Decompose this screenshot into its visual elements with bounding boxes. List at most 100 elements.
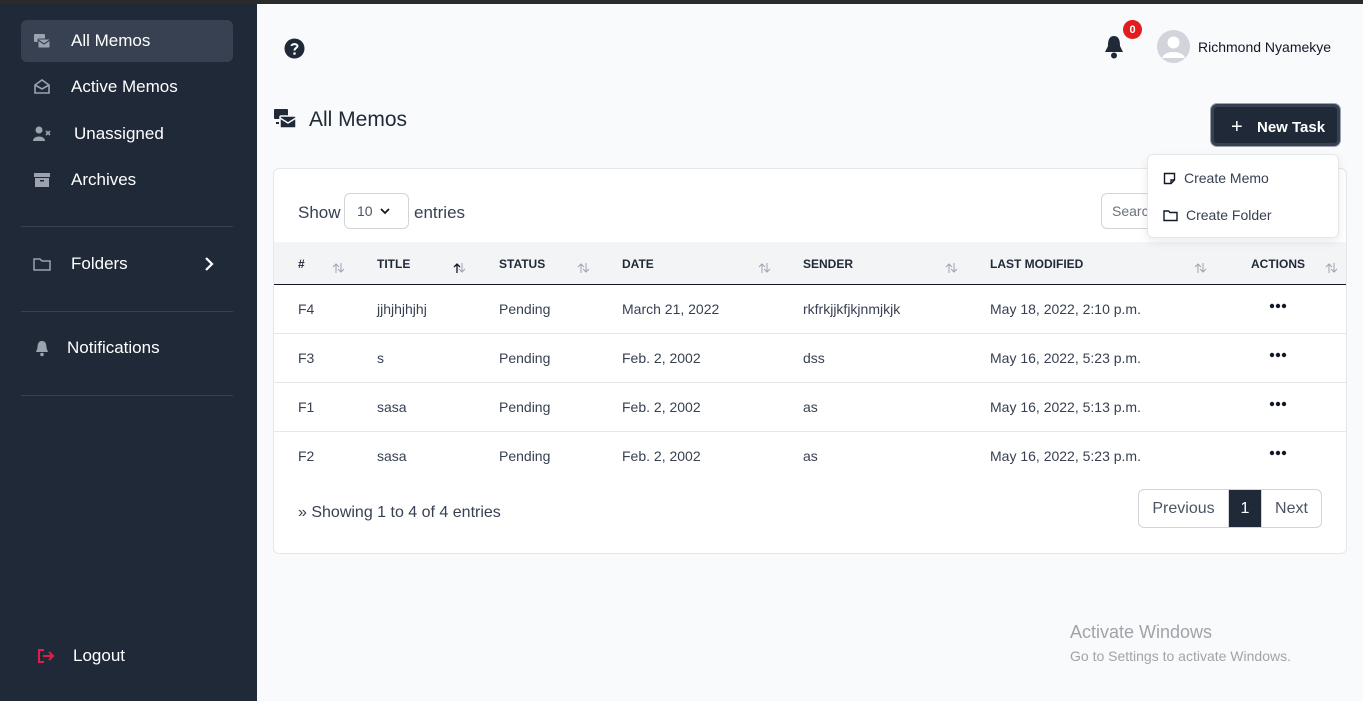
menu-item-label: Create Memo — [1184, 170, 1269, 186]
sort-icon[interactable] — [758, 262, 771, 274]
sort-icon[interactable] — [945, 262, 958, 274]
table-row[interactable]: F2 sasa Pending Feb. 2, 2002 as May 16, … — [274, 432, 1346, 481]
cell-last-modified: May 16, 2022, 5:23 p.m. — [990, 350, 1141, 366]
table-row[interactable]: F3 s Pending Feb. 2, 2002 dss May 16, 20… — [274, 334, 1346, 383]
cell-last-modified: May 18, 2022, 2:10 p.m. — [990, 301, 1141, 317]
windows-activation-watermark-title: Activate Windows — [1070, 622, 1213, 642]
cell-title: jjhjhjhjhj — [377, 301, 427, 317]
column-header-date[interactable]: DATE — [622, 257, 654, 271]
logout-icon — [38, 649, 55, 663]
sidebar-item-label: Active Memos — [71, 77, 178, 96]
table-row[interactable]: F4 jjhjhjhjhj Pending March 21, 2022 rkf… — [274, 285, 1346, 334]
memo-icon — [1163, 172, 1176, 184]
windows-activation-watermark-text: Go to Settings to activate Windows. — [1070, 648, 1291, 664]
cell-title: sasa — [377, 448, 407, 464]
cell-status: Pending — [499, 448, 551, 464]
folder-icon — [1163, 209, 1178, 221]
chevron-right-icon — [205, 257, 214, 271]
pagination: Previous 1 Next — [1138, 489, 1322, 528]
table-header: # TITLE STATUS DATE SENDER LAST MODIFIED… — [274, 242, 1346, 285]
column-header-last-modified[interactable]: LAST MODIFIED — [990, 257, 1083, 271]
user-avatar-icon — [1157, 30, 1190, 63]
new-task-label: New Task — [1257, 119, 1326, 136]
new-task-button[interactable]: + New Task — [1211, 104, 1340, 146]
cell-sender: rkfrkjjkfjkjnmjkjk — [803, 301, 901, 317]
notification-count-badge: 0 — [1123, 20, 1142, 39]
menu-item-create-folder[interactable]: Create Folder — [1163, 205, 1272, 225]
memos-icon — [34, 34, 51, 49]
show-label: Show — [298, 203, 341, 222]
cell-date: Feb. 2, 2002 — [622, 448, 701, 464]
column-header-status[interactable]: STATUS — [499, 257, 545, 271]
sort-icon[interactable] — [577, 262, 590, 274]
sidebar-item-label: Folders — [71, 254, 128, 273]
sort-icon[interactable] — [332, 262, 345, 274]
cell-status: Pending — [499, 350, 551, 366]
more-actions-icon[interactable] — [1269, 303, 1287, 309]
page-1-button[interactable]: 1 — [1229, 490, 1261, 527]
envelope-open-icon — [34, 79, 50, 94]
column-header-title[interactable]: TITLE — [377, 257, 410, 271]
cell-sender: as — [803, 399, 818, 415]
chevron-down-icon — [380, 208, 390, 215]
cell-title: s — [377, 350, 384, 366]
sidebar-item-notifications[interactable]: Notifications — [21, 327, 233, 369]
sidebar-item-label: Logout — [73, 646, 125, 665]
sidebar-item-all-memos[interactable]: All Memos — [21, 20, 233, 62]
next-page-button[interactable]: Next — [1261, 490, 1321, 527]
page-length-select[interactable]: 10 — [344, 193, 409, 229]
table-row[interactable]: F1 sasa Pending Feb. 2, 2002 as May 16, … — [274, 383, 1346, 432]
folder-icon — [33, 258, 51, 271]
sidebar-item-archives[interactable]: Archives — [21, 159, 233, 201]
cell-status: Pending — [499, 399, 551, 415]
sort-icon[interactable] — [1325, 262, 1338, 274]
sidebar-divider — [21, 395, 233, 396]
page-length-value: 10 — [357, 203, 373, 219]
user-x-icon — [33, 126, 51, 141]
sidebar-item-label: All Memos — [71, 31, 151, 50]
cell-id: F1 — [298, 399, 315, 415]
sidebar-item-logout[interactable]: Logout — [21, 635, 233, 677]
cell-id: F3 — [298, 350, 315, 366]
more-actions-icon[interactable] — [1269, 401, 1287, 407]
sidebar-item-unassigned[interactable]: Unassigned — [21, 113, 233, 155]
cell-date: Feb. 2, 2002 — [622, 399, 701, 415]
sort-ascending-icon[interactable] — [453, 262, 466, 274]
username[interactable]: Richmond Nyamekye — [1198, 39, 1331, 55]
page-title: All Memos — [309, 108, 408, 131]
sidebar-item-active-memos[interactable]: Active Memos — [21, 66, 233, 108]
column-header-sender[interactable]: SENDER — [803, 257, 853, 271]
cell-date: Feb. 2, 2002 — [622, 350, 701, 366]
cell-last-modified: May 16, 2022, 5:13 p.m. — [990, 399, 1141, 415]
new-task-dropdown-menu: Create Memo Create Folder — [1147, 154, 1339, 238]
column-header-actions: ACTIONS — [1251, 257, 1305, 271]
sidebar-item-folders[interactable]: Folders — [21, 243, 233, 285]
help-icon[interactable] — [284, 38, 305, 59]
cell-title: sasa — [377, 399, 407, 415]
more-actions-icon[interactable] — [1269, 352, 1287, 358]
column-header-number[interactable]: # — [298, 257, 305, 271]
cell-sender: as — [803, 448, 818, 464]
cell-date: March 21, 2022 — [622, 301, 720, 317]
menu-item-create-memo[interactable]: Create Memo — [1163, 168, 1269, 188]
archive-icon — [34, 173, 50, 187]
plus-icon: + — [1231, 116, 1243, 138]
sidebar-divider — [21, 226, 233, 227]
table-info: » Showing 1 to 4 of 4 entries — [298, 504, 501, 521]
avatar[interactable] — [1157, 30, 1190, 63]
cell-status: Pending — [499, 301, 551, 317]
sidebar-item-label: Archives — [71, 170, 137, 189]
sort-icon[interactable] — [1194, 262, 1207, 274]
sidebar-item-label: Notifications — [67, 338, 160, 357]
cell-id: F2 — [298, 448, 315, 464]
cell-last-modified: May 16, 2022, 5:23 p.m. — [990, 448, 1141, 464]
bell-icon — [36, 341, 48, 357]
more-actions-icon[interactable] — [1269, 450, 1287, 456]
sidebar-item-label: Unassigned — [74, 124, 164, 143]
entries-label: entries — [414, 203, 466, 222]
memos-icon — [274, 109, 297, 129]
menu-item-label: Create Folder — [1186, 207, 1272, 223]
previous-page-button[interactable]: Previous — [1139, 490, 1229, 527]
cell-id: F4 — [298, 301, 315, 317]
notification-bell-icon[interactable] — [1103, 34, 1125, 60]
